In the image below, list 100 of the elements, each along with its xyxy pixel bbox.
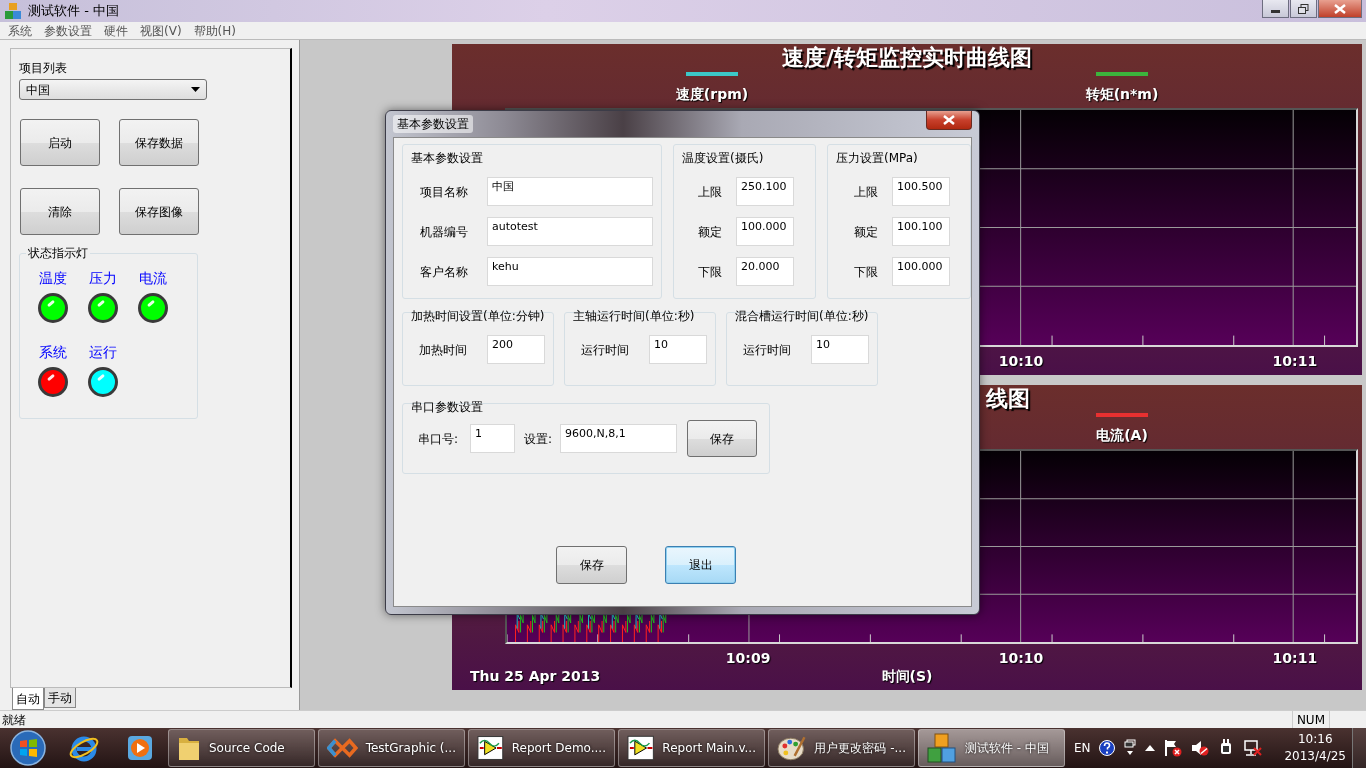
flag-icon[interactable]: [1164, 739, 1183, 757]
restore-icon: [1298, 3, 1309, 14]
axis-tick-label: 10:11: [1272, 649, 1318, 668]
palette-icon: [777, 734, 807, 762]
input-field[interactable]: 中国: [487, 177, 653, 206]
legend-label: 电流(A): [1096, 426, 1148, 445]
input-field[interactable]: 9600,N,8,1: [560, 424, 678, 453]
waveform-icon: [477, 735, 504, 761]
menu-item[interactable]: 参数设置: [38, 21, 98, 40]
blocks-icon: [927, 733, 957, 763]
window-title: 测试软件 - 中国: [28, 2, 119, 21]
indicator-label: 系统: [38, 343, 68, 362]
indicator-label: 温度: [38, 269, 68, 288]
group-title: 主轴运行时间(单位:秒): [572, 309, 696, 323]
chart-date: Thu 25 Apr 2013: [470, 667, 602, 686]
minimize-button[interactable]: [1262, 0, 1289, 18]
input-field[interactable]: 1: [470, 424, 516, 453]
infinity-icon: [327, 737, 358, 759]
input-field[interactable]: 100.500: [892, 177, 950, 206]
input-field[interactable]: 100.000: [736, 217, 794, 246]
speaker-muted-icon[interactable]: [1191, 739, 1210, 757]
group-title: 基本参数设置: [410, 151, 484, 165]
taskbar-button[interactable]: 测试软件 - 中国: [918, 729, 1065, 767]
show-desktop-button[interactable]: [1352, 728, 1366, 768]
sidebar-button[interactable]: 清除: [20, 188, 100, 235]
input-field[interactable]: autotest: [487, 217, 653, 246]
close-icon: [943, 115, 955, 125]
mode-tab[interactable]: 手动: [44, 688, 76, 708]
language-indicator[interactable]: EN: [1073, 739, 1091, 757]
menu-item[interactable]: 硬件: [98, 21, 134, 40]
legend-label: 转矩(n*m): [1085, 85, 1159, 104]
field-label: 机器编号: [420, 223, 469, 241]
network-disconnected-icon[interactable]: [1243, 739, 1264, 757]
save-button[interactable]: 保存: [687, 420, 758, 457]
indicator-label: 运行: [88, 343, 118, 362]
field-label: 运行时间: [743, 341, 792, 359]
group-title: 温度设置(摄氏): [681, 151, 765, 165]
input-field[interactable]: 250.100: [736, 177, 794, 206]
project-list-label: 项目列表: [19, 60, 68, 77]
menu-item[interactable]: 视图(V): [134, 21, 188, 40]
dialog-button[interactable]: 保存: [556, 546, 627, 584]
field-label: 设置:: [524, 430, 553, 448]
restore-button[interactable]: [1290, 0, 1317, 18]
field-label: 下限: [698, 263, 723, 281]
input-field[interactable]: 10: [649, 335, 707, 364]
project-dropdown[interactable]: 中国: [19, 79, 207, 100]
axis-tick-label: 10:10: [998, 352, 1044, 371]
sidebar-button[interactable]: 保存数据: [119, 119, 199, 166]
axis-tick-label: 10:10: [998, 649, 1044, 668]
field-label: 上限: [854, 183, 879, 201]
input-field[interactable]: kehu: [487, 257, 653, 286]
group-title: 串口参数设置: [410, 400, 484, 414]
field-label: 客户名称: [420, 263, 469, 281]
waveform-icon: [627, 735, 655, 761]
menu-item[interactable]: 系统: [2, 21, 38, 40]
axis-tick-label: 10:09: [725, 649, 771, 668]
menu-item[interactable]: 帮助(H): [187, 21, 242, 40]
field-label: 加热时间: [419, 341, 468, 359]
media-player-icon[interactable]: [126, 734, 154, 762]
chart-title: 线图: [986, 385, 1030, 413]
sidebar-button[interactable]: 保存图像: [119, 188, 199, 235]
field-label: 额定: [854, 223, 879, 241]
taskbar-button[interactable]: Report Demo....: [468, 729, 615, 767]
indicator-label: 压力: [88, 269, 118, 288]
input-field[interactable]: 100.100: [892, 217, 950, 246]
window-switch-icon[interactable]: [1124, 739, 1137, 757]
indicator-label: 电流: [138, 269, 168, 288]
field-label: 项目名称: [420, 183, 469, 201]
taskbar-button[interactable]: Report Main.v...: [618, 729, 765, 767]
close-icon: [1334, 3, 1346, 14]
taskbar-button[interactable]: TestGraphic (...: [318, 729, 465, 767]
taskbar-button[interactable]: 用户更改密码 -...: [768, 729, 915, 767]
mode-tab[interactable]: 自动: [12, 688, 44, 710]
close-button[interactable]: [926, 111, 972, 130]
start-button[interactable]: [8, 729, 48, 767]
dropdown-caret-icon: [191, 87, 200, 92]
input-field[interactable]: 20.000: [736, 257, 794, 286]
field-label: 串口号:: [418, 430, 459, 448]
taskbar-button[interactable]: Source Code: [168, 729, 315, 767]
field-label: 额定: [698, 223, 723, 241]
legend-label: 速度(rpm): [675, 85, 749, 104]
input-field[interactable]: 200: [487, 335, 545, 364]
group-title: 混合槽运行时间(单位:秒): [734, 309, 870, 323]
help-icon[interactable]: [1099, 740, 1116, 756]
field-label: 下限: [854, 263, 879, 281]
field-label: 运行时间: [581, 341, 630, 359]
show-hidden-icons-arrow-icon[interactable]: [1145, 744, 1156, 752]
field-label: 上限: [698, 183, 723, 201]
sidebar-button[interactable]: 启动: [20, 119, 100, 166]
group-title: 压力设置(MPa): [835, 151, 919, 165]
dialog-button[interactable]: 退出: [665, 546, 736, 584]
input-field[interactable]: 100.000: [892, 257, 950, 286]
input-field[interactable]: 10: [811, 335, 869, 364]
app-icon: [4, 2, 22, 20]
close-button[interactable]: [1318, 0, 1362, 18]
clock[interactable]: 10:16 2013/4/25: [1284, 731, 1346, 765]
axis-tick-label: 10:11: [1272, 352, 1318, 371]
chart-title: 速度/转矩监控实时曲线图: [781, 44, 1032, 72]
group-title: 加热时间设置(单位:分钟): [410, 309, 546, 323]
dialog-title: 基本参数设置: [393, 115, 473, 133]
